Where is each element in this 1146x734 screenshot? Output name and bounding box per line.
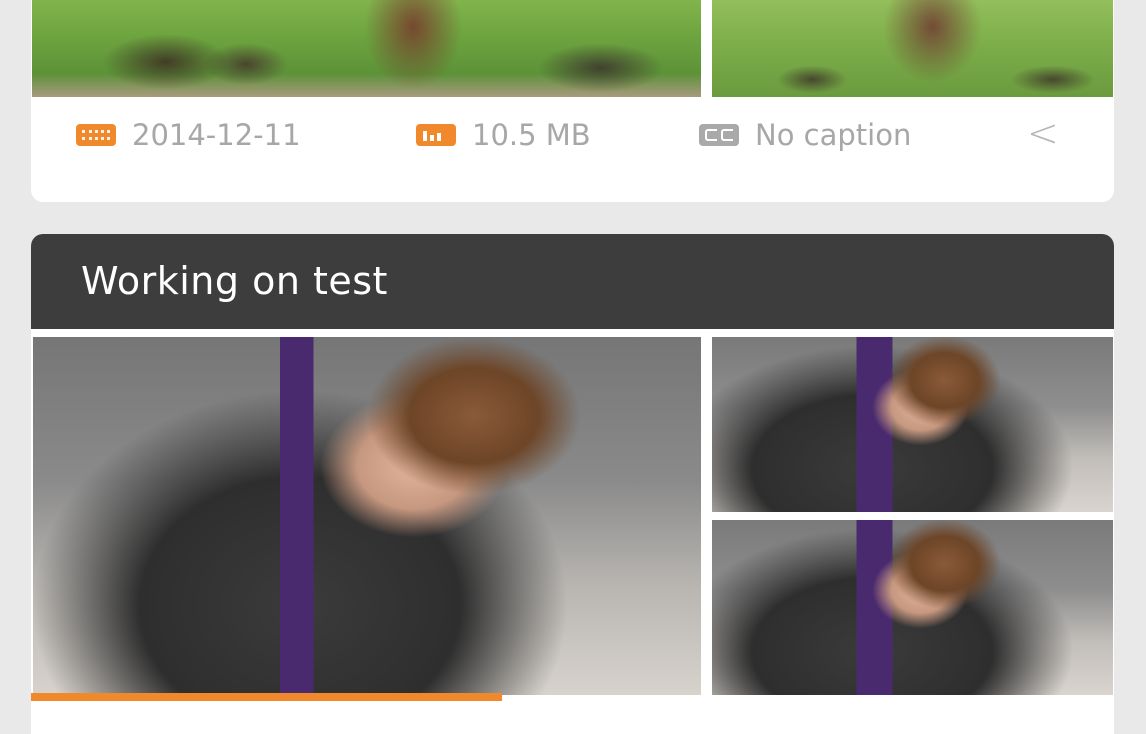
album-date: 2014-12-11 bbox=[76, 118, 301, 152]
album-photo-large[interactable] bbox=[32, 0, 701, 97]
progress-fill bbox=[31, 693, 502, 701]
caption-icon bbox=[699, 124, 739, 146]
album-caption-text: No caption bbox=[755, 118, 912, 152]
calendar-icon bbox=[76, 124, 116, 146]
album-info-row: 2014-12-11 10.5 MB No caption < bbox=[31, 100, 1114, 200]
album-photo-small[interactable] bbox=[712, 0, 1113, 97]
album-date-text: 2014-12-11 bbox=[132, 118, 301, 152]
album-size-text: 10.5 MB bbox=[472, 118, 591, 152]
album-card-previous: 2014-12-11 10.5 MB No caption < bbox=[31, 0, 1114, 202]
progress-bar bbox=[0, 693, 1146, 701]
album-photo-side-bottom[interactable] bbox=[712, 520, 1113, 695]
chevron-left-icon[interactable]: < bbox=[1027, 114, 1059, 152]
album-header[interactable]: Working on test bbox=[31, 234, 1114, 329]
album-photo-main[interactable] bbox=[33, 337, 701, 695]
album-caption[interactable]: No caption bbox=[699, 118, 911, 152]
album-title: Working on test bbox=[81, 259, 388, 303]
album-card: Working on test bbox=[31, 234, 1114, 734]
file-size-icon bbox=[416, 124, 456, 146]
album-size: 10.5 MB bbox=[416, 118, 591, 152]
album-photo-side-top[interactable] bbox=[712, 337, 1113, 512]
